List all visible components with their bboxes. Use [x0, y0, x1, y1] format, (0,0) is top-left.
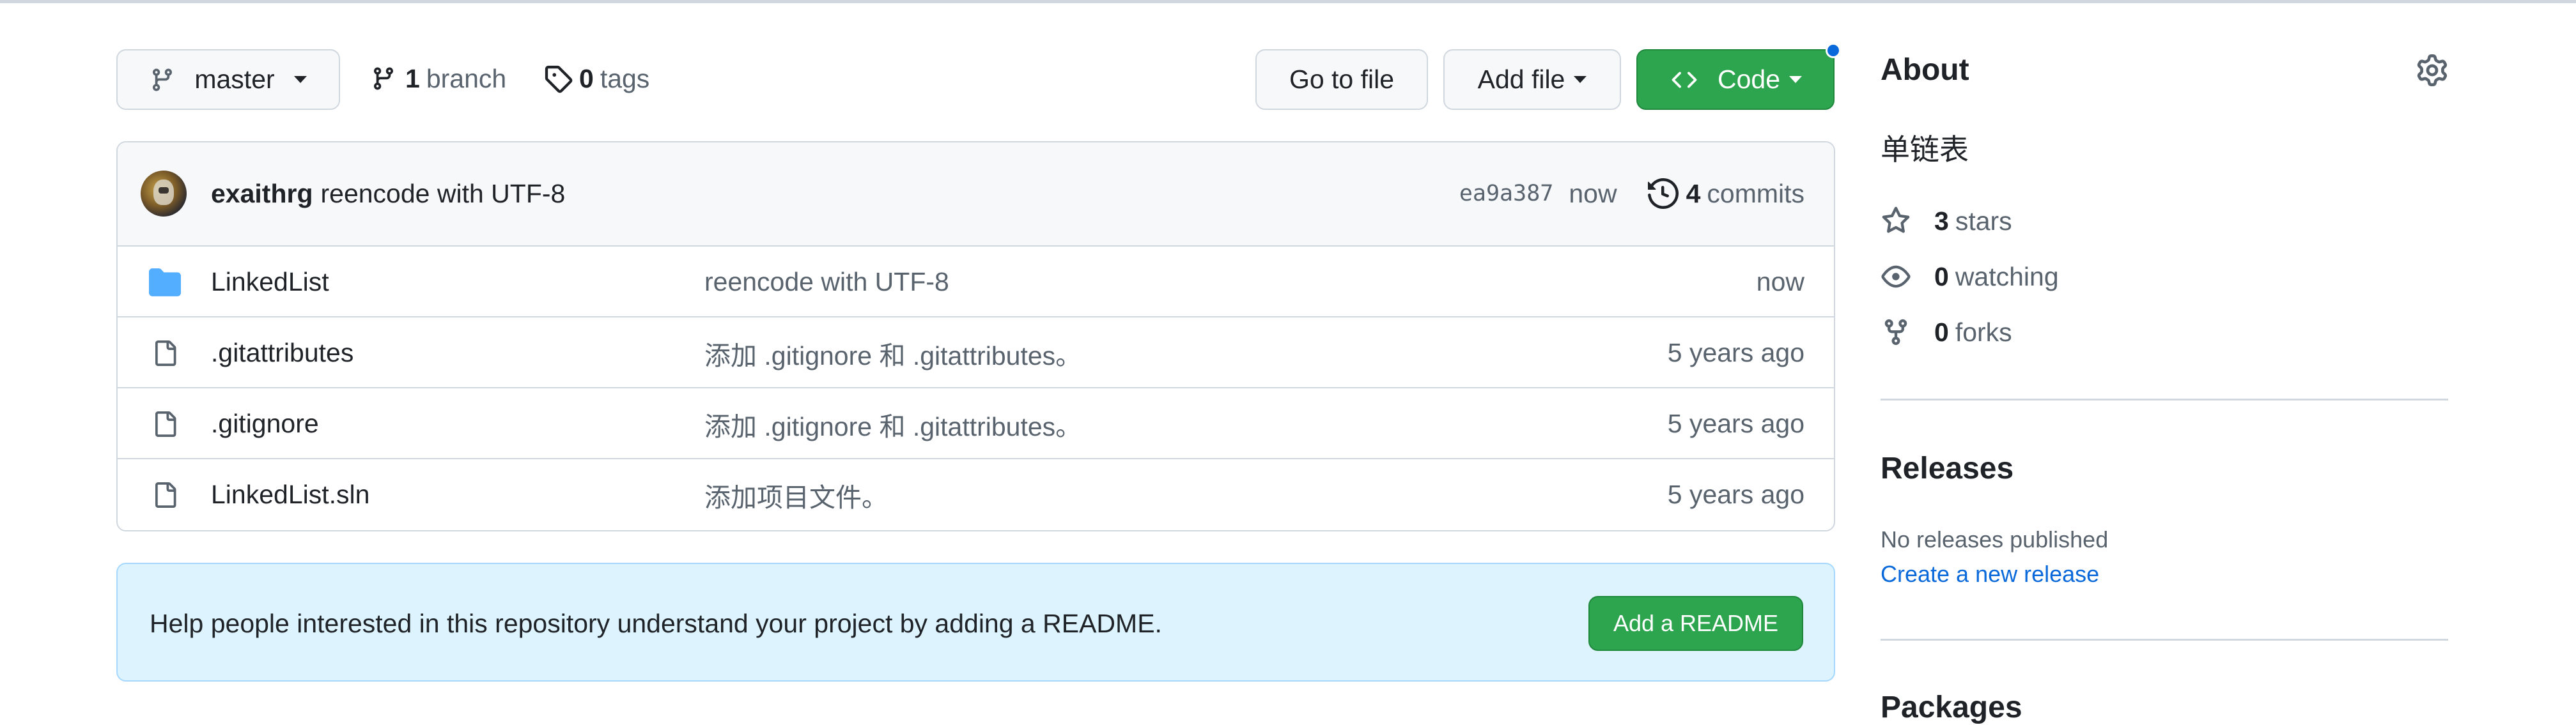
commit-author[interactable]: exaithrg: [211, 179, 313, 209]
git-branch-icon: [150, 65, 175, 95]
commit-time: now: [1569, 178, 1617, 208]
avatar[interactable]: [141, 171, 187, 217]
file-row-gitignore[interactable]: .gitignore 添加 .gitignore 和 .gitattribute…: [118, 388, 1834, 459]
add-file-button[interactable]: Add file: [1443, 49, 1621, 110]
file-commit-message[interactable]: 添加 .gitignore 和 .gitattributes。: [704, 388, 1082, 459]
file-age: 5 years ago: [1667, 409, 1804, 438]
history-icon: [1647, 178, 1679, 209]
gear-icon[interactable]: [2416, 54, 2448, 86]
file-row-gitattributes[interactable]: .gitattributes 添加 .gitignore 和 .gitattri…: [118, 317, 1834, 388]
watching-link[interactable]: 0 watching: [1881, 260, 2059, 293]
commits-label: commits: [1707, 178, 1804, 208]
chevron-down-icon: [1574, 76, 1587, 83]
go-to-file-button[interactable]: Go to file: [1255, 49, 1428, 110]
chevron-down-icon: [1789, 76, 1802, 83]
file-icon: [147, 459, 183, 530]
add-readme-button[interactable]: Add a README: [1588, 596, 1803, 651]
file-name[interactable]: LinkedList: [211, 247, 329, 317]
no-releases-text: No releases published: [1881, 526, 2109, 553]
file-icon: [147, 317, 183, 388]
latest-commit-bar: exaithrg reencode with UTF-8 ea9a387 now…: [118, 142, 1834, 247]
commits-link[interactable]: 4 commits: [1647, 178, 1804, 209]
file-row-linkedlist-sln[interactable]: LinkedList.sln 添加项目文件。 5 years ago: [118, 459, 1834, 530]
file-name[interactable]: .gitignore: [211, 388, 319, 459]
watching-count: 0: [1934, 261, 1949, 291]
releases-heading[interactable]: Releases: [1881, 451, 2013, 486]
fork-icon: [1881, 317, 1911, 347]
repo-description: 单链表: [1881, 133, 1969, 166]
file-commit-message[interactable]: reencode with UTF-8: [704, 247, 949, 317]
commits-count: 4: [1686, 178, 1701, 208]
forks-count: 0: [1934, 317, 1949, 347]
forks-label: forks: [1955, 317, 2012, 347]
branch-selector-button[interactable]: master: [116, 49, 340, 110]
notification-dot: [1826, 43, 1841, 58]
commit-hash[interactable]: ea9a387: [1459, 181, 1554, 206]
top-border: [0, 0, 2576, 3]
tags-link[interactable]: 0 tags: [543, 62, 649, 95]
file-age: 5 years ago: [1667, 338, 1804, 367]
readme-banner: Help people interested in this repositor…: [116, 563, 1835, 682]
chevron-down-icon: [293, 76, 307, 83]
code-button[interactable]: Code: [1636, 49, 1835, 110]
file-name[interactable]: .gitattributes: [211, 317, 353, 388]
sidebar-divider: [1881, 639, 2448, 641]
branch-name: master: [194, 65, 275, 94]
branch-count: 1: [405, 63, 420, 93]
tag-label: tags: [600, 63, 650, 93]
git-branch-icon: [371, 63, 396, 94]
file-commit-message[interactable]: 添加项目文件。: [704, 459, 888, 530]
file-row-linkedlist[interactable]: LinkedList reencode with UTF-8 now: [118, 247, 1834, 317]
file-icon: [147, 388, 183, 459]
folder-icon: [147, 247, 183, 317]
readme-prompt-text: Help people interested in this repositor…: [150, 608, 1162, 638]
stars-link[interactable]: 3 stars: [1881, 204, 2012, 238]
code-label: Code: [1717, 65, 1780, 94]
file-age: now: [1756, 267, 1804, 296]
code-icon: [1669, 67, 1700, 93]
stars-label: stars: [1955, 206, 2012, 236]
tag-icon: [543, 64, 573, 93]
stars-count: 3: [1934, 206, 1949, 236]
create-release-link[interactable]: Create a new release: [1881, 561, 2099, 588]
packages-heading[interactable]: Packages: [1881, 690, 2022, 725]
about-heading: About: [1881, 53, 1969, 87]
file-commit-message[interactable]: 添加 .gitignore 和 .gitattributes。: [704, 317, 1082, 388]
commit-message[interactable]: reencode with UTF-8: [321, 179, 566, 209]
file-name[interactable]: LinkedList.sln: [211, 459, 369, 530]
forks-link[interactable]: 0 forks: [1881, 316, 2012, 349]
star-icon: [1881, 206, 1911, 236]
sidebar-divider: [1881, 399, 2448, 401]
branch-label: branch: [426, 63, 507, 93]
file-age: 5 years ago: [1667, 480, 1804, 509]
branches-link[interactable]: 1 branch: [371, 62, 506, 95]
eye-icon: [1881, 262, 1911, 291]
watching-label: watching: [1955, 261, 2059, 291]
file-list: exaithrg reencode with UTF-8 ea9a387 now…: [116, 141, 1835, 531]
add-file-label: Add file: [1477, 65, 1565, 94]
go-to-file-label: Go to file: [1289, 65, 1395, 94]
tag-count: 0: [579, 63, 594, 93]
